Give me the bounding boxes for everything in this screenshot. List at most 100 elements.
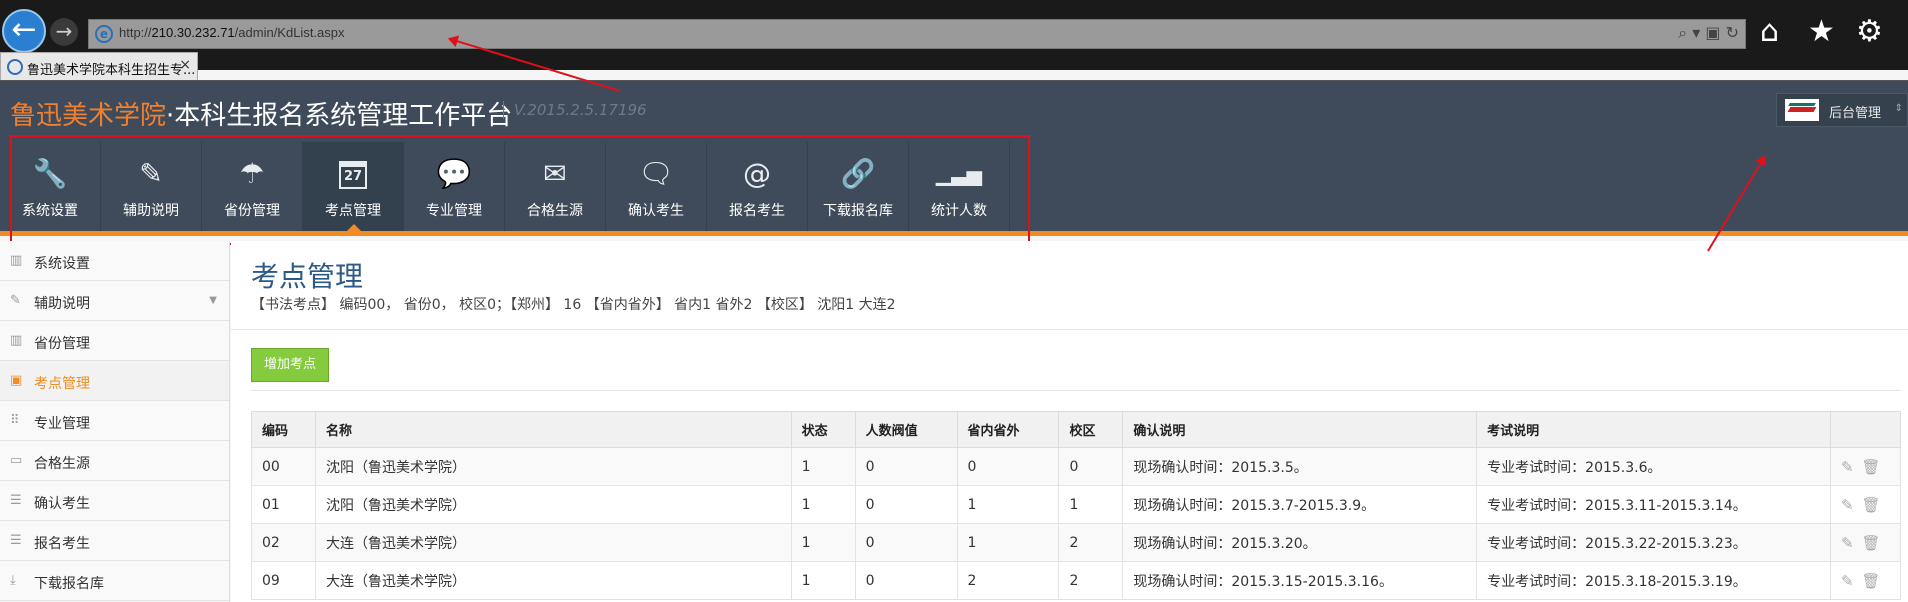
cell-name: 大连（鲁迅美术学院） [314,561,792,600]
topnav-item-statistics[interactable]: ▁▃▅ 统计人数 [909,142,1010,231]
tab-title: 鲁迅美术学院本科生招生专... [27,63,196,78]
column-header-in-out[interactable]: 省内省外 [956,411,1060,448]
cell-in-out: 2 [956,561,1060,600]
tab-close-icon[interactable]: × [179,57,191,73]
add-exam-site-button[interactable]: 增加考点 [251,348,329,382]
address-bar[interactable]: e http://210.30.232.71/admin/KdList.aspx… [88,19,1746,49]
topnav-item-qualified[interactable]: ✉ 合格生源 [505,142,606,231]
cell-confirm-note: 现场确认时间：2015.3.15-2015.3.16。 [1122,561,1478,600]
sidebar-item-provinces[interactable]: ▥ 省份管理 [0,321,229,361]
url-text[interactable]: http://210.30.232.71/admin/KdList.aspx [119,25,345,40]
cell-threshold: 0 [854,447,958,486]
column-header-status[interactable]: 状态 [790,411,856,448]
version-label: V.2015.2.5.17196 [503,101,647,119]
topnav-item-help[interactable]: ✎ 辅助说明 [101,142,202,231]
speech-bubble-icon: 💬 [436,157,472,190]
chevron-down-icon[interactable]: ▼ [209,295,217,306]
updown-caret-icon: ⇕ [1894,103,1903,114]
column-header-exam-note[interactable]: 考试说明 [1476,411,1831,448]
calendar-icon: 27 [339,161,367,189]
table-row[interactable]: 00 沈阳（鲁迅美术学院） 1 0 0 0 现场确认时间：2015.3.5。 专… [251,447,1902,486]
admin-dropdown[interactable]: 后台管理 ⇕ [1776,93,1908,127]
at-document-icon: @ [743,157,771,190]
back-button[interactable]: ← [2,9,46,53]
page-summary: 【书法考点】 编码00， 省份0， 校区0；【郑州】 16 【省内省外】 省内1… [251,297,896,313]
topnav-item-exam-sites[interactable]: 27 考点管理 [303,142,404,231]
column-header-threshold[interactable]: 人数阀值 [854,411,958,448]
forward-button[interactable]: → [50,18,78,46]
sidebar-item-download[interactable]: ⤓ 下载报名库 [0,561,229,601]
table-header-row: 编码 名称 状态 人数阀值 省内省外 校区 确认说明 考试说明 [251,411,1902,448]
main-content: 考点管理 【书法考点】 编码00， 省份0， 校区0；【郑州】 16 【省内省外… [231,241,1908,602]
topnav-label: 统计人数 [931,203,987,219]
cell-threshold: 0 [854,561,958,600]
trash-icon[interactable]: 🗑 [1862,496,1881,514]
topnav-item-registered[interactable]: @ 报名考生 [707,142,808,231]
brand-platform: ·本科生报名系统管理工作平台 [166,101,513,131]
sidebar-item-label: 确认考生 [34,496,90,512]
column-header-confirm-note[interactable]: 确认说明 [1122,411,1478,448]
envelope-icon: ✉ [543,157,567,190]
topnav-label: 系统设置 [22,203,78,219]
sidebar: ▥ 系统设置 ✎ 辅助说明 ▼ ▥ 省份管理 ▣ 考点管理 ⠿ 专业管理 ▭ 合… [0,241,230,602]
topnav-item-confirm[interactable]: 🗨 确认考生 [606,142,707,231]
sidebar-item-label: 合格生源 [34,456,90,472]
topnav-label: 下载报名库 [823,203,893,219]
cell-confirm-note: 现场确认时间：2015.3.7-2015.3.9。 [1122,485,1478,524]
sidebar-item-label: 考点管理 [34,376,90,392]
wrench-icon: 🔧 [32,157,68,190]
umbrella-icon: ☂ [239,157,265,190]
trash-icon[interactable]: 🗑 [1862,572,1881,590]
sidebar-item-label: 辅助说明 [34,296,90,312]
browser-chrome: ← → e http://210.30.232.71/admin/KdList.… [0,0,1908,70]
address-controls[interactable]: ⌕ ▾ ▣ ↻ [1678,23,1739,43]
calendar-icon: ▣ [10,373,23,388]
chat-icon: 🗨 [638,157,674,190]
sidebar-item-qualified[interactable]: ▭ 合格生源 [0,441,229,481]
column-header-campus[interactable]: 校区 [1058,411,1124,448]
exam-sites-table: 编码 名称 状态 人数阀值 省内省外 校区 确认说明 考试说明 00 沈阳（鲁迅… [251,411,1902,600]
edit-icon[interactable]: ✎ [1841,534,1854,552]
sidebar-item-label: 省份管理 [34,336,90,352]
home-icon[interactable]: ⌂ [1760,14,1779,49]
tools-gear-icon[interactable]: ⚙ [1856,14,1883,49]
edit-icon[interactable]: ✎ [1841,458,1854,476]
table-row[interactable]: 01 沈阳（鲁迅美术学院） 1 0 1 1 现场确认时间：2015.3.7-20… [251,485,1902,524]
sidebar-item-help[interactable]: ✎ 辅助说明 ▼ [0,281,229,321]
cell-actions: ✎ 🗑 [1829,523,1902,562]
ie-logo-icon: e [95,25,113,43]
edit-icon[interactable]: ✎ [1841,572,1854,590]
sidebar-item-confirm[interactable]: ☰ 确认考生 [0,481,229,521]
cell-code: 01 [251,485,316,524]
table-row[interactable]: 02 大连（鲁迅美术学院） 1 0 1 2 现场确认时间：2015.3.20。 … [251,523,1902,562]
url-path: /admin/KdList.aspx [234,25,345,40]
cell-confirm-note: 现场确认时间：2015.3.20。 [1122,523,1478,562]
cell-exam-note: 专业考试时间：2015.3.11-2015.3.14。 [1476,485,1831,524]
topnav-label: 考点管理 [325,203,381,219]
topnav-item-provinces[interactable]: ☂ 省份管理 [202,142,303,231]
sidebar-item-exam-sites[interactable]: ▣ 考点管理 [0,361,229,401]
table-row[interactable]: 09 大连（鲁迅美术学院） 1 0 2 2 现场确认时间：2015.3.15-2… [251,561,1902,600]
cell-exam-note: 专业考试时间：2015.3.22-2015.3.23。 [1476,523,1831,562]
browser-tab[interactable]: 鲁迅美术学院本科生招生专... × [0,52,198,80]
brand-title[interactable]: 鲁迅美术学院·本科生报名系统管理工作平台 [10,95,512,132]
cell-code: 02 [251,523,316,562]
trash-icon[interactable]: 🗑 [1862,534,1881,552]
column-header-name[interactable]: 名称 [314,411,792,448]
sidebar-item-majors[interactable]: ⠿ 专业管理 [0,401,229,441]
topnav-item-download[interactable]: 🔗 下载报名库 [808,142,909,231]
sidebar-item-registered[interactable]: ☰ 报名考生 [0,521,229,561]
favorites-icon[interactable]: ★ [1808,14,1835,49]
edit-icon[interactable]: ✎ [1841,496,1854,514]
topnav-item-majors[interactable]: 💬 专业管理 [404,142,505,231]
cell-code: 09 [251,561,316,600]
divider [251,390,1901,391]
sidebar-item-system-settings[interactable]: ▥ 系统设置 [0,241,229,281]
trash-icon[interactable]: 🗑 [1862,458,1881,476]
cell-actions: ✎ 🗑 [1829,447,1902,486]
topnav-item-system-settings[interactable]: 🔧 系统设置 [0,142,101,231]
cell-campus: 1 [1058,485,1124,524]
cell-name: 大连（鲁迅美术学院） [314,523,792,562]
list-icon: ☰ [10,533,22,548]
column-header-code[interactable]: 编码 [251,411,316,448]
